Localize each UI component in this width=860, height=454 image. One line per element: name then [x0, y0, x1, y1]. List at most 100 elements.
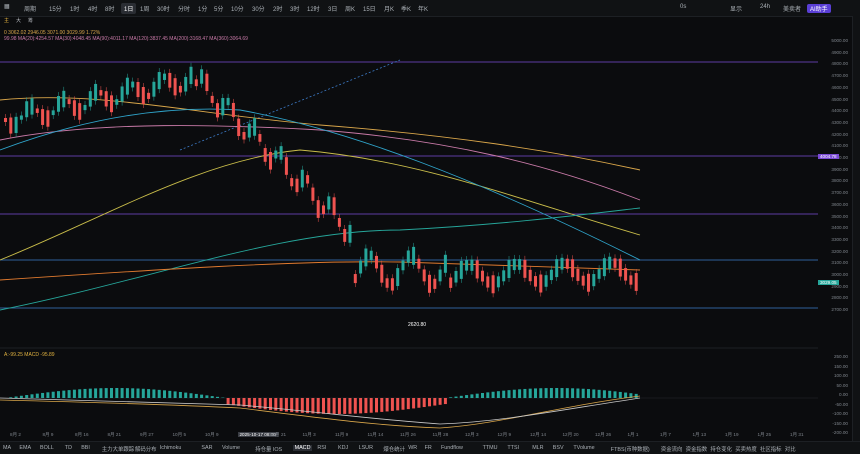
- indicator-20[interactable]: TTSI: [507, 445, 519, 451]
- tf-14[interactable]: 2时: [273, 4, 282, 13]
- candle: [587, 274, 590, 292]
- candle: [523, 260, 526, 278]
- tf-19[interactable]: 15日: [363, 4, 376, 13]
- tf-22[interactable]: 年K: [418, 4, 428, 13]
- indicator-15[interactable]: 爆仓统计: [383, 445, 405, 453]
- chips-button[interactable]: 筹: [28, 17, 33, 24]
- macd-bar: [354, 398, 357, 414]
- indicator-13[interactable]: KDJ: [338, 445, 348, 451]
- main-button[interactable]: 主: [4, 17, 9, 24]
- price-tick: 2700.00: [831, 307, 848, 312]
- candlestick-chart[interactable]: 2620.80 A:-99.25 MACD -95.89: [0, 30, 818, 430]
- tf-3[interactable]: 1时: [70, 4, 79, 13]
- tf-12[interactable]: 10分: [231, 4, 244, 13]
- indicator-17[interactable]: FR: [425, 445, 432, 451]
- indicator-26[interactable]: 资金指数: [686, 445, 708, 453]
- indicator-0[interactable]: MA: [3, 445, 11, 451]
- indicator-25[interactable]: 资金流向: [661, 445, 683, 453]
- candle: [264, 148, 267, 162]
- macd-tick: 100.00: [834, 373, 848, 378]
- macd-bar: [603, 390, 606, 398]
- tf-21[interactable]: 季K: [401, 4, 411, 13]
- indicator-28[interactable]: 买卖热度: [735, 445, 757, 453]
- indicator-14[interactable]: LSUR: [359, 445, 373, 451]
- tf-15[interactable]: 3时: [290, 4, 299, 13]
- price-tick: 3400.00: [831, 225, 848, 230]
- tf-1d[interactable]: 1日: [121, 3, 136, 14]
- candle: [592, 274, 595, 286]
- tf-20[interactable]: 月K: [384, 4, 394, 13]
- candle: [190, 67, 193, 84]
- indicator-10[interactable]: 持仓量 IOS: [255, 445, 282, 453]
- big-button[interactable]: 大: [16, 17, 21, 24]
- price-tick: 3600.00: [831, 202, 848, 207]
- account-menu[interactable]: 美卖者: [783, 4, 801, 13]
- macd-bar: [311, 398, 314, 413]
- tf-5[interactable]: 8时: [105, 4, 114, 13]
- tf-8[interactable]: 30时: [157, 4, 170, 13]
- indicator-12[interactable]: RSI: [317, 445, 326, 451]
- tf-17[interactable]: 3日: [328, 4, 337, 13]
- candle: [603, 258, 606, 276]
- macd-bar: [20, 396, 23, 398]
- tf-4[interactable]: 4时: [88, 4, 97, 13]
- indicator-23[interactable]: TVolume: [573, 445, 594, 451]
- indicator-22[interactable]: BSV: [553, 445, 564, 451]
- tf-10[interactable]: 1分: [198, 4, 207, 13]
- macd-bar: [465, 395, 468, 398]
- candle: [142, 87, 145, 104]
- tf-11[interactable]: 5分: [214, 4, 223, 13]
- candle: [62, 91, 65, 108]
- tf-7[interactable]: 1周: [140, 4, 149, 13]
- tf-16[interactable]: 12时: [307, 4, 320, 13]
- indicator-4[interactable]: BBI: [81, 445, 90, 451]
- indicator-8[interactable]: SAR: [201, 445, 212, 451]
- price-tick: 4600.00: [831, 85, 848, 90]
- ai-assistant-button[interactable]: AI助手: [807, 4, 831, 13]
- macd-bar: [216, 397, 219, 398]
- display-button[interactable]: 显示: [730, 4, 742, 13]
- candle: [608, 257, 611, 269]
- price-tick: 4100.00: [831, 143, 848, 148]
- macd-bar: [306, 398, 309, 413]
- tf-13[interactable]: 30分: [252, 4, 265, 13]
- macd-bar: [94, 388, 97, 398]
- indicator-16[interactable]: WR: [408, 445, 417, 451]
- indicator-bar: MA EMA BOLL TD BBI 主力大单跟踪解码分布Ichimoku SAR Volum…: [0, 441, 860, 454]
- indicator-19[interactable]: TTMU: [483, 445, 498, 451]
- tf-18[interactable]: 周K: [345, 4, 355, 13]
- macd-bar: [322, 398, 325, 414]
- candle: [407, 250, 410, 262]
- indicator-24[interactable]: FTBS(币种数据): [611, 445, 650, 453]
- indicator-9[interactable]: Volume: [222, 445, 240, 451]
- indicator-11[interactable]: MACD: [293, 445, 313, 451]
- ma-yellow: [0, 98, 640, 170]
- candle: [550, 270, 553, 280]
- indicator-6[interactable]: 解码分布: [135, 445, 157, 453]
- tf-2[interactable]: 15分: [49, 4, 62, 13]
- indicator-29[interactable]: 社区指标: [760, 445, 782, 453]
- indicator-3[interactable]: TD: [65, 445, 72, 451]
- price-tick: 3300.00: [831, 237, 848, 242]
- candle: [296, 179, 299, 192]
- trendline[interactable]: [180, 60, 400, 150]
- date-tick: 12月 26: [595, 432, 611, 438]
- indicator-5[interactable]: 主力大单跟踪: [102, 445, 134, 453]
- indicator-1[interactable]: EMA: [19, 445, 31, 451]
- indicator-2[interactable]: BOLL: [40, 445, 54, 451]
- macd-bar: [481, 393, 484, 398]
- indicator-18[interactable]: Fundflow: [441, 445, 463, 451]
- macd-bar: [608, 391, 611, 398]
- macd-bar: [386, 398, 389, 411]
- tf-1[interactable]: 周期: [24, 4, 36, 13]
- range-button[interactable]: 24h: [760, 4, 770, 10]
- indicator-21[interactable]: MLR: [532, 445, 543, 451]
- indicator-7[interactable]: Ichimoku: [160, 445, 182, 451]
- indicator-27[interactable]: 持仓变化: [710, 445, 732, 453]
- indicator-30[interactable]: 对比: [785, 445, 796, 453]
- tf-9[interactable]: 分时: [178, 4, 190, 13]
- candle: [465, 260, 468, 271]
- date-tick: 1月 31: [790, 432, 804, 438]
- macd-bar: [41, 393, 44, 398]
- layout-icon[interactable]: ▦: [4, 3, 10, 10]
